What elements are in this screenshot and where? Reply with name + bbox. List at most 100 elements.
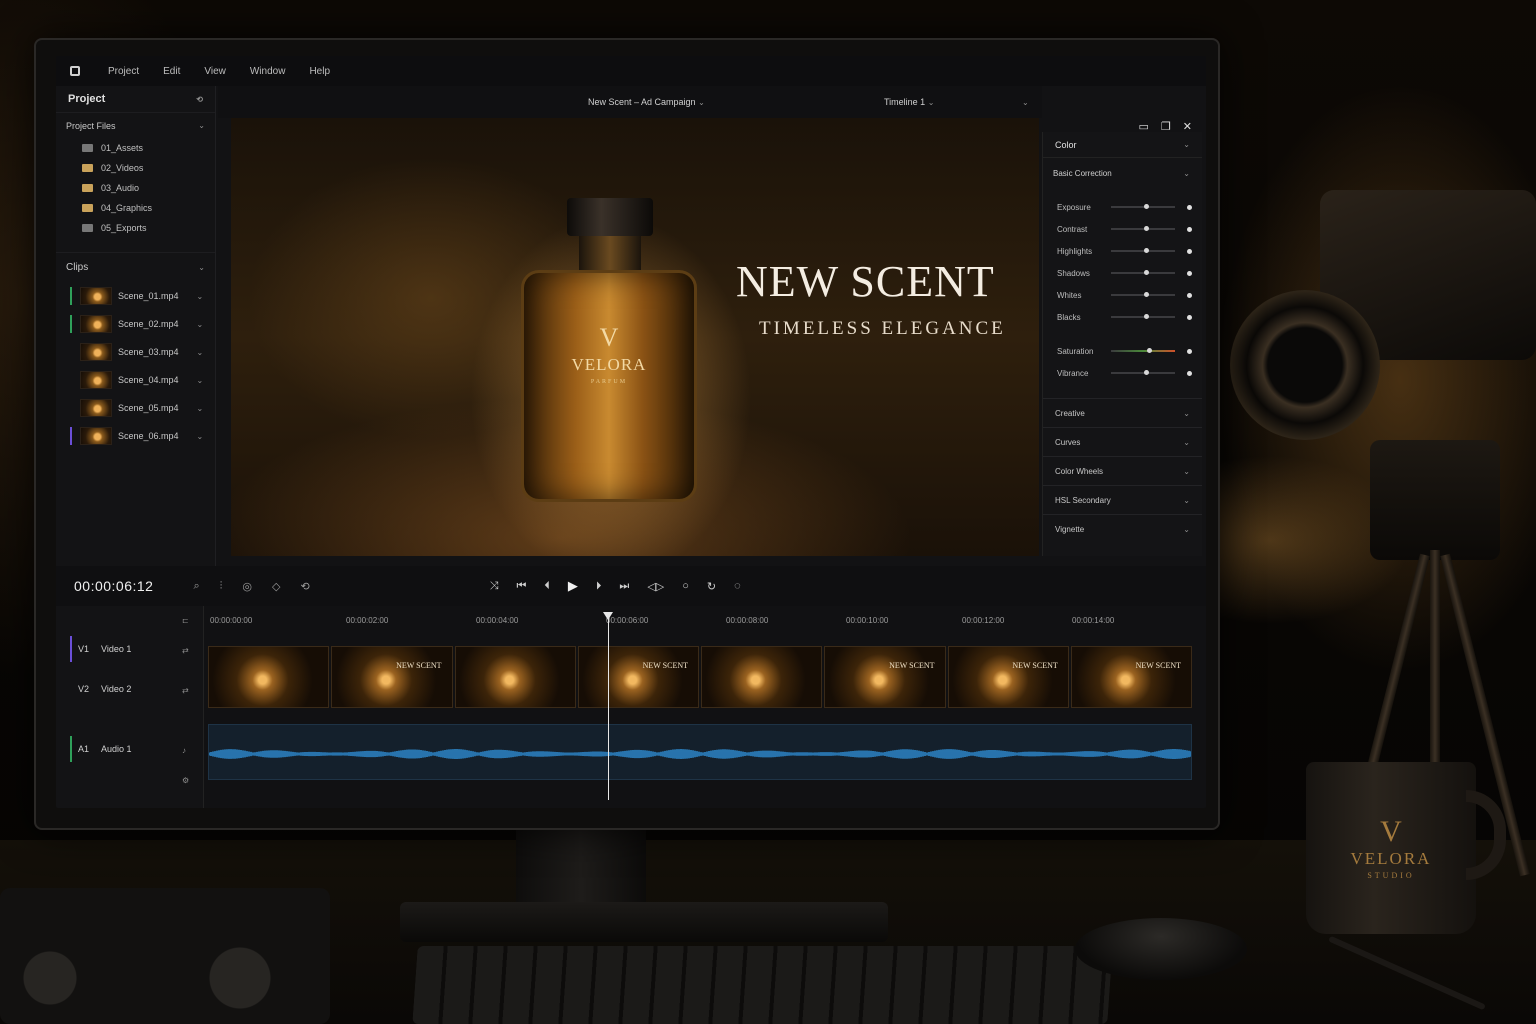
- timeline-clip[interactable]: [208, 646, 330, 708]
- slider-blacks[interactable]: Blacks: [1043, 306, 1202, 328]
- chevron-down-icon[interactable]: ⌄: [197, 292, 204, 301]
- slider-reset-icon[interactable]: [1187, 270, 1192, 276]
- slider-reset-icon[interactable]: [1187, 348, 1192, 354]
- basic-correction-header[interactable]: Basic Correction ⌄: [1043, 158, 1202, 188]
- clip-item[interactable]: Scene_06.mp4 ⌄: [56, 422, 215, 450]
- menu-view[interactable]: View: [204, 66, 226, 77]
- razor-icon[interactable]: ⫶: [220, 580, 223, 593]
- timeline-ruler[interactable]: 00:00:00:00 00:00:02:00 00:00:04:00 00:0…: [206, 606, 1200, 632]
- clip-item[interactable]: Scene_02.mp4 ⌄: [56, 310, 215, 338]
- track-a1[interactable]: A1 Audio 1: [70, 736, 132, 762]
- play-button[interactable]: ▶: [568, 578, 578, 594]
- slider-track[interactable]: [1111, 204, 1175, 209]
- slider-track[interactable]: [1111, 226, 1175, 231]
- clips-header[interactable]: Clips ⌄: [56, 252, 215, 282]
- clip-item[interactable]: Scene_01.mp4 ⌄: [56, 282, 215, 310]
- slider-reset-icon[interactable]: [1187, 248, 1192, 254]
- slider-track[interactable]: [1111, 248, 1175, 253]
- audio-track-clip[interactable]: [208, 724, 1192, 780]
- slider-knob[interactable]: [1144, 204, 1150, 209]
- folder-item[interactable]: 01_Assets: [56, 138, 215, 158]
- skip-end-icon[interactable]: ⏭: [619, 580, 629, 593]
- timeline-clip[interactable]: NEW SCENT: [824, 646, 946, 708]
- loop-icon[interactable]: ⟲: [300, 580, 309, 593]
- clip-item[interactable]: Scene_03.mp4 ⌄: [56, 338, 215, 366]
- panel-options-icon[interactable]: ⟲: [196, 95, 203, 104]
- timeline-selector[interactable]: Timeline 1 ⌄: [884, 97, 934, 107]
- audio-settings-icon[interactable]: ⚙: [182, 776, 189, 785]
- folder-item[interactable]: 02_Videos: [56, 158, 215, 178]
- marker-icon[interactable]: ◎: [242, 580, 252, 593]
- chevron-down-icon[interactable]: ⌄: [197, 376, 204, 385]
- menu-window[interactable]: Window: [250, 66, 286, 77]
- track-options-icon[interactable]: ⊏: [182, 616, 189, 625]
- slider-reset-icon[interactable]: [1187, 226, 1192, 232]
- slider-highlights[interactable]: Highlights: [1043, 240, 1202, 262]
- folder-item[interactable]: 03_Audio: [56, 178, 215, 198]
- menu-edit[interactable]: Edit: [163, 66, 180, 77]
- slider-knob[interactable]: [1144, 248, 1150, 253]
- timeline-clip[interactable]: NEW SCENT: [577, 646, 699, 708]
- slider-knob[interactable]: [1144, 292, 1150, 297]
- slider-track[interactable]: [1111, 348, 1175, 353]
- step-forward-icon[interactable]: ⏵: [596, 580, 602, 593]
- slider-reset-icon[interactable]: [1187, 292, 1192, 298]
- audio-mute-icon[interactable]: ♪: [182, 746, 186, 755]
- track-v1[interactable]: V1 Video 1: [70, 636, 131, 662]
- chevron-down-icon[interactable]: ⌄: [198, 263, 205, 272]
- slider-contrast[interactable]: Contrast: [1043, 218, 1202, 240]
- project-files-header[interactable]: Project Files ⌄: [56, 112, 215, 138]
- project-name-dropdown[interactable]: New Scent – Ad Campaign ⌄: [588, 97, 705, 107]
- app-logo-icon[interactable]: [70, 66, 80, 76]
- clip-item[interactable]: Scene_04.mp4 ⌄: [56, 366, 215, 394]
- menu-help[interactable]: Help: [309, 66, 330, 77]
- viewer-options-icon[interactable]: ⌄: [1022, 98, 1029, 107]
- folder-item[interactable]: 05_Exports: [56, 218, 215, 238]
- skip-start-icon[interactable]: ⏮: [517, 580, 527, 593]
- chevron-down-icon[interactable]: ⌄: [197, 404, 204, 413]
- track-lock-icon[interactable]: ⇄: [182, 686, 189, 695]
- color-panel-header[interactable]: Color ⌄: [1043, 132, 1202, 158]
- slider-reset-icon[interactable]: [1187, 370, 1192, 376]
- slider-knob[interactable]: [1144, 370, 1150, 375]
- shuffle-icon[interactable]: ⤨: [490, 580, 499, 593]
- audio-scrub-icon[interactable]: ◁▷: [647, 580, 664, 593]
- chevron-down-icon[interactable]: ⌄: [1183, 140, 1190, 149]
- video-preview[interactable]: V VELORA PARFUM NEW SCENT TIMELESS ELEGA…: [231, 118, 1039, 556]
- playhead[interactable]: [608, 614, 609, 800]
- section-curves[interactable]: Curves ⌄: [1043, 427, 1202, 456]
- slider-knob[interactable]: [1144, 270, 1150, 275]
- zoom-icon[interactable]: ⌕: [193, 580, 199, 593]
- slider-track[interactable]: [1111, 270, 1175, 275]
- slider-whites[interactable]: Whites: [1043, 284, 1202, 306]
- chevron-down-icon[interactable]: ⌄: [198, 121, 205, 130]
- section-hsl-secondary[interactable]: HSL Secondary ⌄: [1043, 485, 1202, 514]
- slider-reset-icon[interactable]: [1187, 204, 1192, 210]
- slider-exposure[interactable]: Exposure: [1043, 196, 1202, 218]
- folder-item[interactable]: 04_Graphics: [56, 198, 215, 218]
- menu-project[interactable]: Project: [108, 66, 139, 77]
- snap-icon[interactable]: ◇: [272, 580, 280, 593]
- slider-vibrance[interactable]: Vibrance: [1043, 362, 1202, 384]
- record-icon[interactable]: ○: [682, 580, 689, 592]
- section-vignette[interactable]: Vignette ⌄: [1043, 514, 1202, 543]
- timeline-clip[interactable]: NEW SCENT: [1070, 646, 1192, 708]
- track-lock-icon[interactable]: ⇄: [182, 646, 189, 655]
- timeline-clip[interactable]: NEW SCENT: [331, 646, 453, 708]
- step-back-icon[interactable]: ⏴: [544, 580, 550, 593]
- chevron-down-icon[interactable]: ⌄: [197, 432, 204, 441]
- section-creative[interactable]: Creative ⌄: [1043, 398, 1202, 427]
- timeline-clip[interactable]: [454, 646, 576, 708]
- slider-knob[interactable]: [1144, 226, 1150, 231]
- repeat-icon[interactable]: ↻: [707, 580, 716, 593]
- clip-item[interactable]: Scene_05.mp4 ⌄: [56, 394, 215, 422]
- timeline-clip[interactable]: [701, 646, 823, 708]
- chevron-down-icon[interactable]: ⌄: [197, 348, 204, 357]
- slider-knob[interactable]: [1144, 314, 1150, 319]
- section-color-wheels[interactable]: Color Wheels ⌄: [1043, 456, 1202, 485]
- track-v2[interactable]: V2 Video 2: [70, 676, 131, 702]
- timeline-clip[interactable]: NEW SCENT: [947, 646, 1069, 708]
- slider-shadows[interactable]: Shadows: [1043, 262, 1202, 284]
- slider-track[interactable]: [1111, 314, 1175, 319]
- chevron-down-icon[interactable]: ⌄: [1183, 169, 1190, 178]
